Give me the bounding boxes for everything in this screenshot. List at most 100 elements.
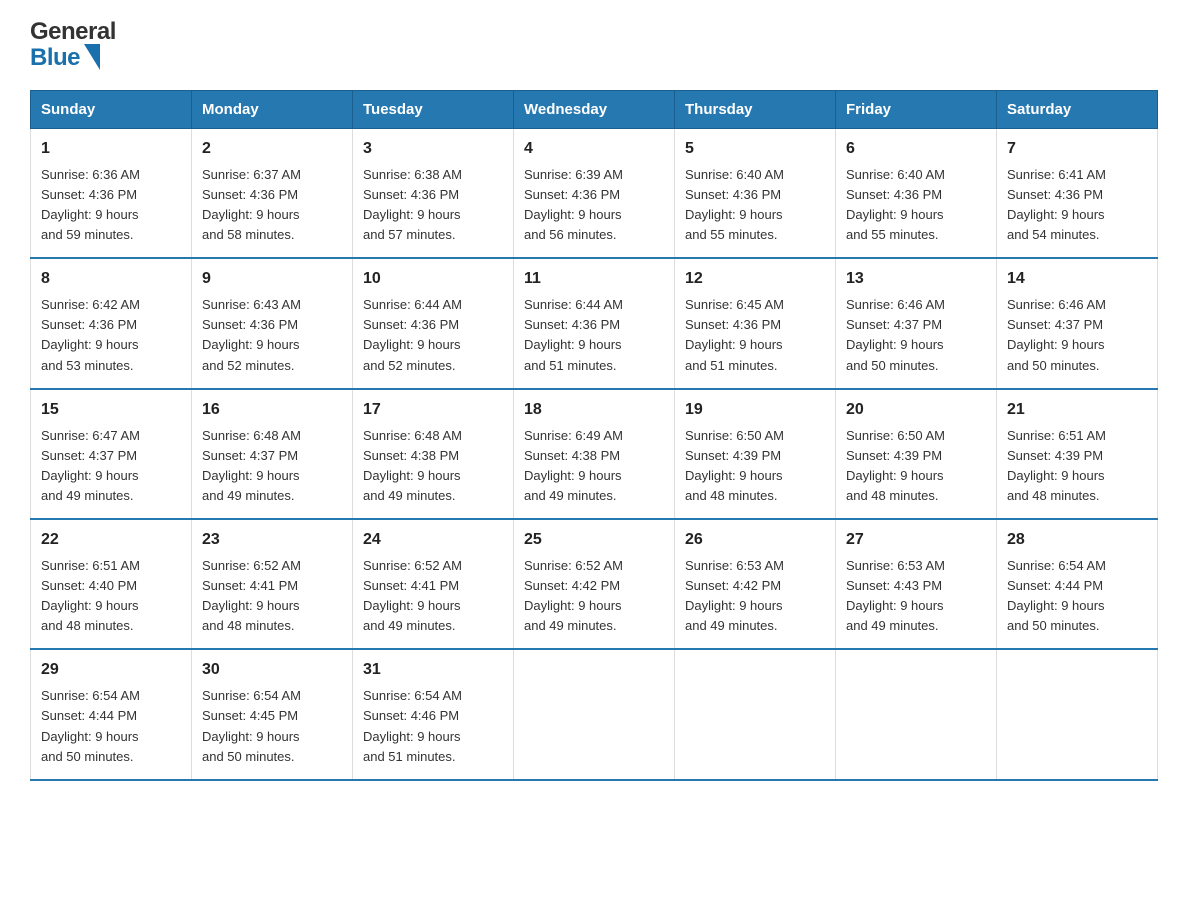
calendar-cell: 15 Sunrise: 6:47 AMSunset: 4:37 PMDayligh… xyxy=(31,389,192,519)
day-number: 15 xyxy=(41,398,181,423)
logo-general-text: General xyxy=(30,20,116,44)
day-number: 20 xyxy=(846,398,986,423)
day-info: Sunrise: 6:50 AMSunset: 4:39 PMDaylight:… xyxy=(846,428,945,503)
calendar-day-header: Monday xyxy=(192,91,353,129)
day-info: Sunrise: 6:42 AMSunset: 4:36 PMDaylight:… xyxy=(41,297,140,372)
day-number: 4 xyxy=(524,137,664,162)
page-header: General Blue xyxy=(30,20,1158,72)
calendar-week-row: 8 Sunrise: 6:42 AMSunset: 4:36 PMDaylight… xyxy=(31,258,1158,388)
calendar-table: SundayMondayTuesdayWednesdayThursdayFrid… xyxy=(30,90,1158,781)
day-number: 31 xyxy=(363,658,503,683)
calendar-cell: 31 Sunrise: 6:54 AMSunset: 4:46 PMDayligh… xyxy=(353,649,514,779)
day-info: Sunrise: 6:54 AMSunset: 4:46 PMDaylight:… xyxy=(363,688,462,763)
calendar-cell: 23 Sunrise: 6:52 AMSunset: 4:41 PMDayligh… xyxy=(192,519,353,649)
calendar-cell: 9Sunrise: 6:43 AMSunset: 4:36 PMDaylight… xyxy=(192,258,353,388)
calendar-cell xyxy=(836,649,997,779)
day-info: Sunrise: 6:53 AMSunset: 4:42 PMDaylight:… xyxy=(685,558,784,633)
calendar-cell: 6 Sunrise: 6:40 AMSunset: 4:36 PMDaylight… xyxy=(836,129,997,259)
day-info: Sunrise: 6:47 AMSunset: 4:37 PMDaylight:… xyxy=(41,428,140,503)
calendar-cell: 27 Sunrise: 6:53 AMSunset: 4:43 PMDayligh… xyxy=(836,519,997,649)
calendar-cell: 30 Sunrise: 6:54 AMSunset: 4:45 PMDayligh… xyxy=(192,649,353,779)
calendar-cell: 3 Sunrise: 6:38 AMSunset: 4:36 PMDaylight… xyxy=(353,129,514,259)
day-number: 28 xyxy=(1007,528,1147,553)
day-info: Sunrise: 6:53 AMSunset: 4:43 PMDaylight:… xyxy=(846,558,945,633)
calendar-cell: 1 Sunrise: 6:36 AMSunset: 4:36 PMDaylight… xyxy=(31,129,192,259)
day-number: 27 xyxy=(846,528,986,553)
day-info: Sunrise: 6:48 AMSunset: 4:37 PMDaylight:… xyxy=(202,428,301,503)
day-info: Sunrise: 6:39 AMSunset: 4:36 PMDaylight:… xyxy=(524,167,623,242)
day-info: Sunrise: 6:52 AMSunset: 4:42 PMDaylight:… xyxy=(524,558,623,633)
day-info: Sunrise: 6:40 AMSunset: 4:36 PMDaylight:… xyxy=(846,167,945,242)
logo-blue-text: Blue xyxy=(30,46,80,70)
day-info: Sunrise: 6:52 AMSunset: 4:41 PMDaylight:… xyxy=(202,558,301,633)
calendar-cell: 22 Sunrise: 6:51 AMSunset: 4:40 PMDayligh… xyxy=(31,519,192,649)
day-number: 25 xyxy=(524,528,664,553)
day-info: Sunrise: 6:44 AMSunset: 4:36 PMDaylight:… xyxy=(524,297,623,372)
day-info: Sunrise: 6:45 AMSunset: 4:36 PMDaylight:… xyxy=(685,297,784,372)
day-info: Sunrise: 6:46 AMSunset: 4:37 PMDaylight:… xyxy=(846,297,945,372)
day-info: Sunrise: 6:48 AMSunset: 4:38 PMDaylight:… xyxy=(363,428,462,503)
calendar-cell: 5 Sunrise: 6:40 AMSunset: 4:36 PMDaylight… xyxy=(675,129,836,259)
day-number: 24 xyxy=(363,528,503,553)
calendar-week-row: 15 Sunrise: 6:47 AMSunset: 4:37 PMDayligh… xyxy=(31,389,1158,519)
calendar-cell: 21Sunrise: 6:51 AMSunset: 4:39 PMDayligh… xyxy=(997,389,1158,519)
day-number: 8 xyxy=(41,267,181,292)
day-info: Sunrise: 6:52 AMSunset: 4:41 PMDaylight:… xyxy=(363,558,462,633)
day-info: Sunrise: 6:50 AMSunset: 4:39 PMDaylight:… xyxy=(685,428,784,503)
calendar-cell: 20 Sunrise: 6:50 AMSunset: 4:39 PMDayligh… xyxy=(836,389,997,519)
calendar-day-header: Wednesday xyxy=(514,91,675,129)
day-info: Sunrise: 6:43 AMSunset: 4:36 PMDaylight:… xyxy=(202,297,301,372)
day-number: 26 xyxy=(685,528,825,553)
day-number: 11 xyxy=(524,267,664,292)
day-info: Sunrise: 6:38 AMSunset: 4:36 PMDaylight:… xyxy=(363,167,462,242)
calendar-header-row: SundayMondayTuesdayWednesdayThursdayFrid… xyxy=(31,91,1158,129)
calendar-cell: 25 Sunrise: 6:52 AMSunset: 4:42 PMDayligh… xyxy=(514,519,675,649)
day-number: 16 xyxy=(202,398,342,423)
day-number: 17 xyxy=(363,398,503,423)
calendar-day-header: Tuesday xyxy=(353,91,514,129)
calendar-cell: 24 Sunrise: 6:52 AMSunset: 4:41 PMDayligh… xyxy=(353,519,514,649)
calendar-week-row: 29 Sunrise: 6:54 AMSunset: 4:44 PMDayligh… xyxy=(31,649,1158,779)
day-number: 5 xyxy=(685,137,825,162)
calendar-cell: 13 Sunrise: 6:46 AMSunset: 4:37 PMDayligh… xyxy=(836,258,997,388)
calendar-cell: 4 Sunrise: 6:39 AMSunset: 4:36 PMDaylight… xyxy=(514,129,675,259)
logo-triangle-icon xyxy=(84,44,100,70)
day-number: 23 xyxy=(202,528,342,553)
day-number: 29 xyxy=(41,658,181,683)
calendar-cell: 14Sunrise: 6:46 AMSunset: 4:37 PMDayligh… xyxy=(997,258,1158,388)
day-number: 13 xyxy=(846,267,986,292)
calendar-week-row: 22 Sunrise: 6:51 AMSunset: 4:40 PMDayligh… xyxy=(31,519,1158,649)
day-number: 1 xyxy=(41,137,181,162)
day-info: Sunrise: 6:49 AMSunset: 4:38 PMDaylight:… xyxy=(524,428,623,503)
calendar-cell: 7Sunrise: 6:41 AMSunset: 4:36 PMDaylight… xyxy=(997,129,1158,259)
day-info: Sunrise: 6:54 AMSunset: 4:45 PMDaylight:… xyxy=(202,688,301,763)
calendar-cell: 18 Sunrise: 6:49 AMSunset: 4:38 PMDayligh… xyxy=(514,389,675,519)
calendar-cell: 10Sunrise: 6:44 AMSunset: 4:36 PMDayligh… xyxy=(353,258,514,388)
day-number: 22 xyxy=(41,528,181,553)
day-number: 3 xyxy=(363,137,503,162)
day-number: 18 xyxy=(524,398,664,423)
calendar-cell: 11 Sunrise: 6:44 AMSunset: 4:36 PMDayligh… xyxy=(514,258,675,388)
day-number: 19 xyxy=(685,398,825,423)
calendar-day-header: Thursday xyxy=(675,91,836,129)
day-info: Sunrise: 6:40 AMSunset: 4:36 PMDaylight:… xyxy=(685,167,784,242)
calendar-cell: 26 Sunrise: 6:53 AMSunset: 4:42 PMDayligh… xyxy=(675,519,836,649)
calendar-cell: 8 Sunrise: 6:42 AMSunset: 4:36 PMDaylight… xyxy=(31,258,192,388)
day-number: 12 xyxy=(685,267,825,292)
day-info: Sunrise: 6:37 AMSunset: 4:36 PMDaylight:… xyxy=(202,167,301,242)
day-info: Sunrise: 6:36 AMSunset: 4:36 PMDaylight:… xyxy=(41,167,140,242)
day-number: 30 xyxy=(202,658,342,683)
day-info: Sunrise: 6:51 AMSunset: 4:39 PMDaylight:… xyxy=(1007,428,1106,503)
day-number: 6 xyxy=(846,137,986,162)
calendar-cell xyxy=(675,649,836,779)
calendar-week-row: 1 Sunrise: 6:36 AMSunset: 4:36 PMDaylight… xyxy=(31,129,1158,259)
calendar-day-header: Sunday xyxy=(31,91,192,129)
day-number: 14 xyxy=(1007,267,1147,292)
day-info: Sunrise: 6:51 AMSunset: 4:40 PMDaylight:… xyxy=(41,558,140,633)
day-info: Sunrise: 6:54 AMSunset: 4:44 PMDaylight:… xyxy=(41,688,140,763)
calendar-day-header: Saturday xyxy=(997,91,1158,129)
calendar-cell: 29 Sunrise: 6:54 AMSunset: 4:44 PMDayligh… xyxy=(31,649,192,779)
day-info: Sunrise: 6:54 AMSunset: 4:44 PMDaylight:… xyxy=(1007,558,1106,633)
calendar-cell: 28 Sunrise: 6:54 AMSunset: 4:44 PMDayligh… xyxy=(997,519,1158,649)
day-info: Sunrise: 6:44 AMSunset: 4:36 PMDaylight:… xyxy=(363,297,462,372)
